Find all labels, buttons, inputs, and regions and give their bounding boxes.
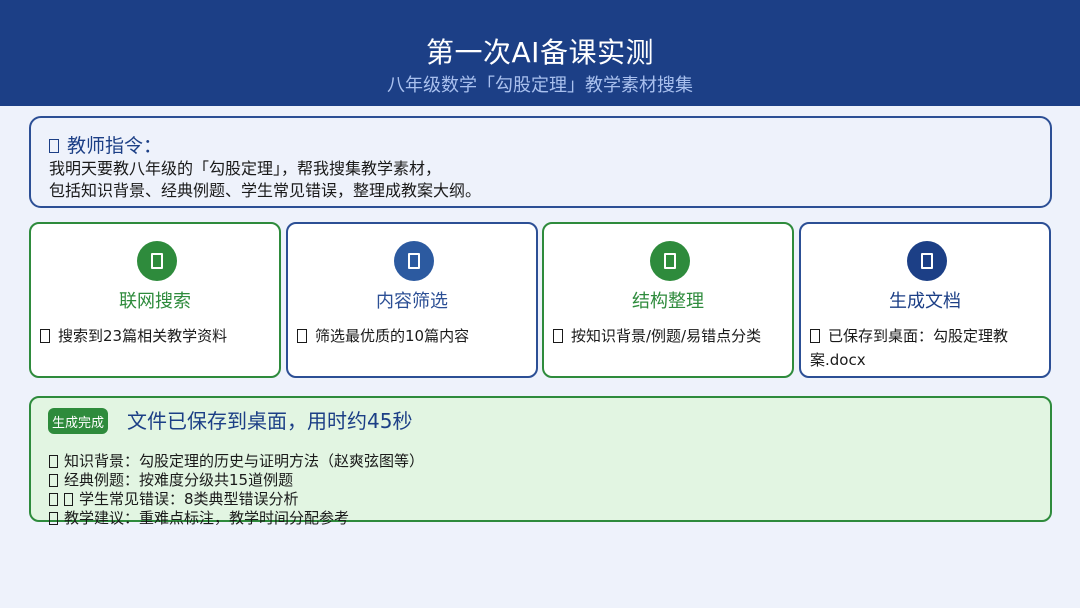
teacher-instruction-panel: 教师指令： 我明天要教八年级的「勾股定理」，帮我搜集教学素材， 包括知识背景、经… [29, 116, 1052, 208]
list-item: 经典例题：按难度分级共15道例题 [49, 471, 424, 490]
bullet-icon [49, 474, 58, 487]
instruction-heading: 教师指令： [49, 134, 1050, 158]
search-icon [137, 241, 177, 281]
filter-icon [394, 241, 434, 281]
bullet-icon [49, 493, 58, 506]
step-card-structure: 结构整理 按知识背景/例题/易错点分类 [542, 222, 794, 378]
step-label: 内容筛选 [376, 291, 448, 312]
result-list: 知识背景：勾股定理的历史与证明方法（赵爽弦图等） 经典例题：按难度分级共15道例… [49, 452, 424, 528]
checkbox-icon [553, 329, 563, 343]
bullet-icon [49, 455, 58, 468]
list-item: 教学建议：重难点标注，教学时间分配参考 [49, 509, 424, 528]
step-label: 生成文档 [889, 291, 961, 312]
step-label: 结构整理 [632, 291, 704, 312]
step-description: 搜索到23篇相关教学资料 [40, 324, 271, 348]
result-panel: 生成完成 文件已保存到桌面，用时约45秒 知识背景：勾股定理的历史与证明方法（赵… [29, 396, 1052, 527]
workflow-steps: 联网搜索 搜索到23篇相关教学资料 内容筛选 筛选最优质的10篇内容 结构整理 … [29, 222, 1052, 378]
step-card-search: 联网搜索 搜索到23篇相关教学资料 [29, 222, 281, 378]
step-description: 已保存到桌面：勾股定理教案.docx [810, 327, 1009, 369]
bullet-icon [49, 512, 58, 525]
page-subtitle: 八年级数学「勾股定理」教学素材搜集 [387, 75, 693, 96]
page-title: 第一次AI备课实测 [426, 36, 654, 69]
step-description: 按知识背景/例题/易错点分类 [553, 324, 784, 348]
checkbox-icon [810, 329, 820, 343]
step-description: 筛选最优质的10篇内容 [297, 324, 528, 348]
instruction-line-1: 我明天要教八年级的「勾股定理」，帮我搜集教学素材， [49, 159, 442, 178]
checkbox-icon [297, 329, 307, 343]
instruction-line-2: 包括知识背景、经典例题、学生常见错误，整理成教案大纲。 [49, 181, 482, 200]
result-message: 文件已保存到桌面，用时约45秒 [127, 409, 413, 433]
list-item: 知识背景：勾股定理的历史与证明方法（赵爽弦图等） [49, 452, 424, 471]
bullet-icon [64, 493, 73, 506]
document-icon [907, 241, 947, 281]
instruction-icon [49, 139, 59, 153]
status-badge: 生成完成 [48, 408, 108, 434]
header-banner: 第一次AI备课实测 八年级数学「勾股定理」教学素材搜集 [0, 0, 1080, 106]
step-card-filter: 内容筛选 筛选最优质的10篇内容 [286, 222, 538, 378]
checkbox-icon [40, 329, 50, 343]
step-label: 联网搜索 [119, 291, 191, 312]
instruction-title: 教师指令： [67, 135, 163, 157]
list-item: 学生常见错误：8类典型错误分析 [49, 490, 424, 509]
structure-icon [650, 241, 690, 281]
step-card-document: 生成文档 已保存到桌面：勾股定理教案.docx [799, 222, 1051, 378]
